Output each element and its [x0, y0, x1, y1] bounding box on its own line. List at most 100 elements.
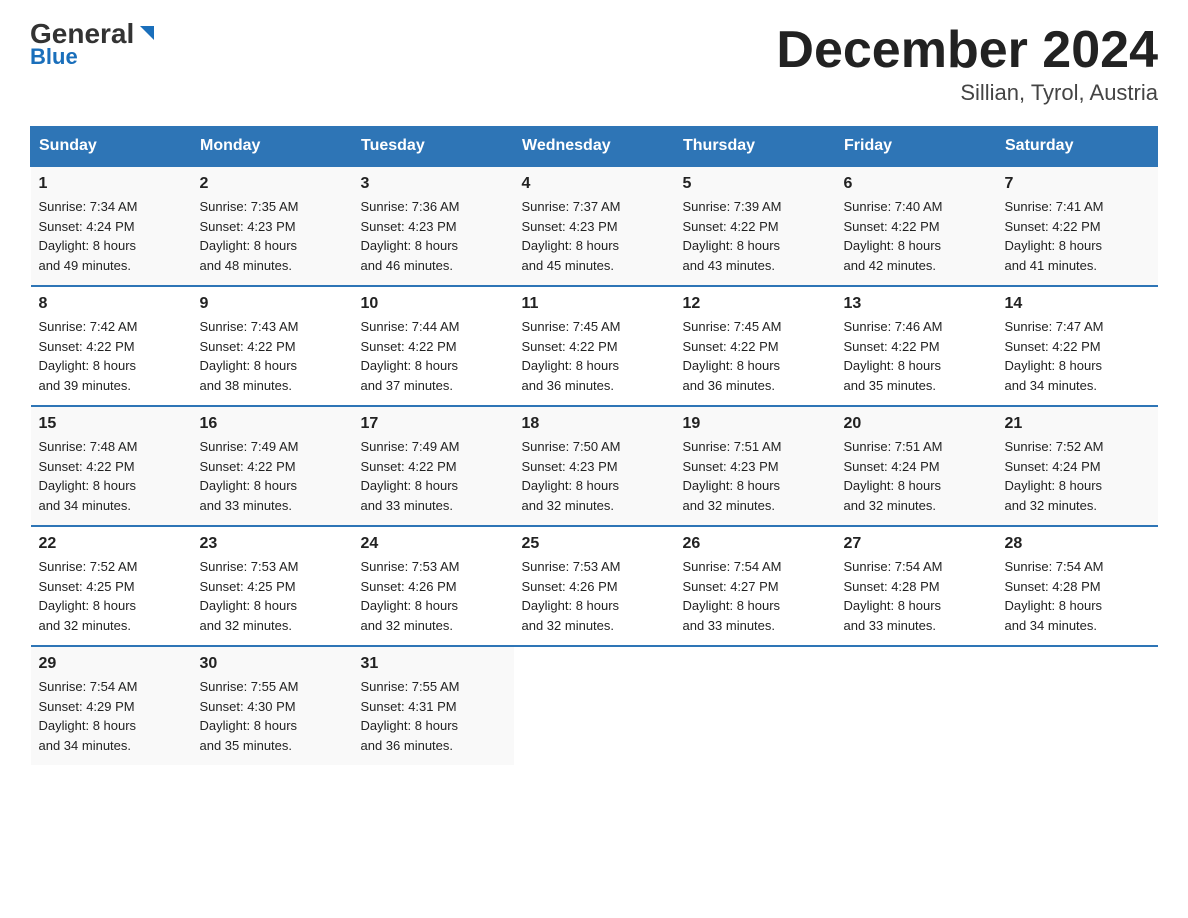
- day-info: Sunrise: 7:47 AMSunset: 4:22 PMDaylight:…: [1005, 317, 1150, 395]
- day-number: 30: [200, 655, 345, 673]
- calendar-week-row: 1 Sunrise: 7:34 AMSunset: 4:24 PMDaylight…: [31, 166, 1158, 286]
- day-number: 17: [361, 415, 506, 433]
- day-info: Sunrise: 7:37 AMSunset: 4:23 PMDaylight:…: [522, 197, 667, 275]
- day-number: 29: [39, 655, 184, 673]
- day-number: 20: [844, 415, 989, 433]
- day-number: 2: [200, 175, 345, 193]
- page-title: December 2024: [776, 20, 1158, 80]
- logo-triangle-icon: [136, 22, 158, 44]
- table-row: 18 Sunrise: 7:50 AMSunset: 4:23 PMDayligh…: [514, 406, 675, 526]
- day-info: Sunrise: 7:34 AMSunset: 4:24 PMDaylight:…: [39, 197, 184, 275]
- table-row: [514, 646, 675, 765]
- day-info: Sunrise: 7:51 AMSunset: 4:23 PMDaylight:…: [683, 437, 828, 515]
- calendar-week-row: 22 Sunrise: 7:52 AMSunset: 4:25 PMDayligh…: [31, 526, 1158, 646]
- calendar-week-row: 29Sunrise: 7:54 AMSunset: 4:29 PMDayligh…: [31, 646, 1158, 765]
- day-info: Sunrise: 7:39 AMSunset: 4:22 PMDaylight:…: [683, 197, 828, 275]
- page-subtitle: Sillian, Tyrol, Austria: [776, 80, 1158, 106]
- logo: General Blue: [30, 20, 158, 70]
- day-number: 23: [200, 535, 345, 553]
- table-row: 22 Sunrise: 7:52 AMSunset: 4:25 PMDayligh…: [31, 526, 192, 646]
- day-info: Sunrise: 7:41 AMSunset: 4:22 PMDaylight:…: [1005, 197, 1150, 275]
- day-number: 18: [522, 415, 667, 433]
- day-info: Sunrise: 7:55 AMSunset: 4:31 PMDaylight:…: [361, 677, 506, 755]
- table-row: 28 Sunrise: 7:54 AMSunset: 4:28 PMDayligh…: [997, 526, 1158, 646]
- table-row: 12 Sunrise: 7:45 AMSunset: 4:22 PMDayligh…: [675, 286, 836, 406]
- day-number: 24: [361, 535, 506, 553]
- day-info: Sunrise: 7:52 AMSunset: 4:25 PMDaylight:…: [39, 557, 184, 635]
- day-number: 10: [361, 295, 506, 313]
- table-row: 21 Sunrise: 7:52 AMSunset: 4:24 PMDayligh…: [997, 406, 1158, 526]
- col-wednesday: Wednesday: [514, 127, 675, 167]
- calendar-week-row: 15 Sunrise: 7:48 AMSunset: 4:22 PMDayligh…: [31, 406, 1158, 526]
- day-number: 31: [361, 655, 506, 673]
- day-number: 15: [39, 415, 184, 433]
- table-row: 6 Sunrise: 7:40 AMSunset: 4:22 PMDaylight…: [836, 166, 997, 286]
- table-row: 24Sunrise: 7:53 AMSunset: 4:26 PMDayligh…: [353, 526, 514, 646]
- calendar-week-row: 8 Sunrise: 7:42 AMSunset: 4:22 PMDaylight…: [31, 286, 1158, 406]
- table-row: 30 Sunrise: 7:55 AMSunset: 4:30 PMDayligh…: [192, 646, 353, 765]
- day-info: Sunrise: 7:52 AMSunset: 4:24 PMDaylight:…: [1005, 437, 1150, 515]
- day-info: Sunrise: 7:35 AMSunset: 4:23 PMDaylight:…: [200, 197, 345, 275]
- day-info: Sunrise: 7:54 AMSunset: 4:28 PMDaylight:…: [1005, 557, 1150, 635]
- day-number: 9: [200, 295, 345, 313]
- table-row: 1 Sunrise: 7:34 AMSunset: 4:24 PMDaylight…: [31, 166, 192, 286]
- table-row: 27Sunrise: 7:54 AMSunset: 4:28 PMDayligh…: [836, 526, 997, 646]
- col-monday: Monday: [192, 127, 353, 167]
- logo-blue: Blue: [30, 44, 78, 70]
- table-row: 13Sunrise: 7:46 AMSunset: 4:22 PMDayligh…: [836, 286, 997, 406]
- day-info: Sunrise: 7:44 AMSunset: 4:22 PMDaylight:…: [361, 317, 506, 395]
- table-row: [836, 646, 997, 765]
- day-info: Sunrise: 7:51 AMSunset: 4:24 PMDaylight:…: [844, 437, 989, 515]
- calendar-table: Sunday Monday Tuesday Wednesday Thursday…: [30, 126, 1158, 765]
- table-row: 9 Sunrise: 7:43 AMSunset: 4:22 PMDaylight…: [192, 286, 353, 406]
- day-number: 19: [683, 415, 828, 433]
- table-row: [997, 646, 1158, 765]
- table-row: 17Sunrise: 7:49 AMSunset: 4:22 PMDayligh…: [353, 406, 514, 526]
- day-number: 22: [39, 535, 184, 553]
- day-info: Sunrise: 7:42 AMSunset: 4:22 PMDaylight:…: [39, 317, 184, 395]
- col-tuesday: Tuesday: [353, 127, 514, 167]
- day-info: Sunrise: 7:46 AMSunset: 4:22 PMDaylight:…: [844, 317, 989, 395]
- day-info: Sunrise: 7:54 AMSunset: 4:27 PMDaylight:…: [683, 557, 828, 635]
- day-number: 6: [844, 175, 989, 193]
- day-info: Sunrise: 7:43 AMSunset: 4:22 PMDaylight:…: [200, 317, 345, 395]
- col-saturday: Saturday: [997, 127, 1158, 167]
- day-info: Sunrise: 7:53 AMSunset: 4:25 PMDaylight:…: [200, 557, 345, 635]
- col-thursday: Thursday: [675, 127, 836, 167]
- day-number: 21: [1005, 415, 1150, 433]
- day-info: Sunrise: 7:50 AMSunset: 4:23 PMDaylight:…: [522, 437, 667, 515]
- day-number: 4: [522, 175, 667, 193]
- day-info: Sunrise: 7:40 AMSunset: 4:22 PMDaylight:…: [844, 197, 989, 275]
- day-number: 8: [39, 295, 184, 313]
- day-info: Sunrise: 7:53 AMSunset: 4:26 PMDaylight:…: [522, 557, 667, 635]
- table-row: 10 Sunrise: 7:44 AMSunset: 4:22 PMDayligh…: [353, 286, 514, 406]
- day-info: Sunrise: 7:45 AMSunset: 4:22 PMDaylight:…: [683, 317, 828, 395]
- header: General Blue December 2024 Sillian, Tyro…: [30, 20, 1158, 106]
- col-sunday: Sunday: [31, 127, 192, 167]
- table-row: 26 Sunrise: 7:54 AMSunset: 4:27 PMDayligh…: [675, 526, 836, 646]
- calendar-header-row: Sunday Monday Tuesday Wednesday Thursday…: [31, 127, 1158, 167]
- table-row: 15 Sunrise: 7:48 AMSunset: 4:22 PMDayligh…: [31, 406, 192, 526]
- day-number: 14: [1005, 295, 1150, 313]
- day-info: Sunrise: 7:48 AMSunset: 4:22 PMDaylight:…: [39, 437, 184, 515]
- day-info: Sunrise: 7:49 AMSunset: 4:22 PMDaylight:…: [200, 437, 345, 515]
- table-row: 3 Sunrise: 7:36 AMSunset: 4:23 PMDaylight…: [353, 166, 514, 286]
- day-number: 12: [683, 295, 828, 313]
- day-info: Sunrise: 7:54 AMSunset: 4:28 PMDaylight:…: [844, 557, 989, 635]
- day-number: 3: [361, 175, 506, 193]
- table-row: 23 Sunrise: 7:53 AMSunset: 4:25 PMDayligh…: [192, 526, 353, 646]
- table-row: 31 Sunrise: 7:55 AMSunset: 4:31 PMDayligh…: [353, 646, 514, 765]
- table-row: 25Sunrise: 7:53 AMSunset: 4:26 PMDayligh…: [514, 526, 675, 646]
- day-number: 28: [1005, 535, 1150, 553]
- day-info: Sunrise: 7:36 AMSunset: 4:23 PMDaylight:…: [361, 197, 506, 275]
- table-row: 19 Sunrise: 7:51 AMSunset: 4:23 PMDayligh…: [675, 406, 836, 526]
- day-number: 1: [39, 175, 184, 193]
- table-row: 16Sunrise: 7:49 AMSunset: 4:22 PMDayligh…: [192, 406, 353, 526]
- table-row: 14 Sunrise: 7:47 AMSunset: 4:22 PMDayligh…: [997, 286, 1158, 406]
- day-number: 5: [683, 175, 828, 193]
- table-row: 29Sunrise: 7:54 AMSunset: 4:29 PMDayligh…: [31, 646, 192, 765]
- day-info: Sunrise: 7:55 AMSunset: 4:30 PMDaylight:…: [200, 677, 345, 755]
- day-number: 26: [683, 535, 828, 553]
- table-row: 11Sunrise: 7:45 AMSunset: 4:22 PMDayligh…: [514, 286, 675, 406]
- table-row: 20 Sunrise: 7:51 AMSunset: 4:24 PMDayligh…: [836, 406, 997, 526]
